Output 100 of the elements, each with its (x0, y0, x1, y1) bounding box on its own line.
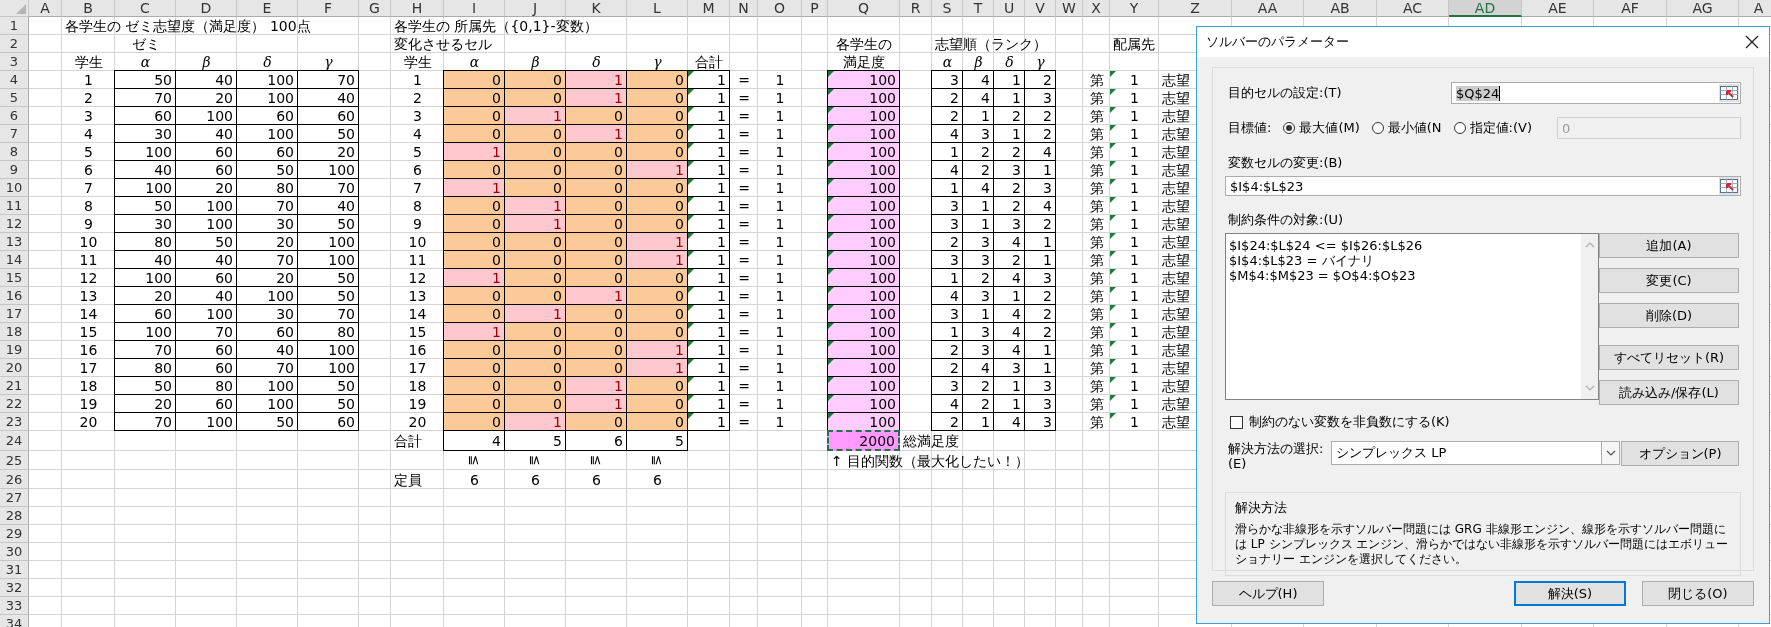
error-indicator-icon[interactable] (688, 305, 694, 311)
error-indicator-icon[interactable] (828, 305, 834, 311)
error-indicator-icon[interactable] (828, 341, 834, 347)
error-indicator-icon[interactable] (828, 395, 834, 401)
row-header[interactable]: 30 (0, 543, 29, 561)
column-header[interactable]: AA (1232, 0, 1304, 17)
variable-cells-field[interactable]: $I$4:$L$23 (1225, 176, 1741, 196)
error-indicator-icon[interactable] (828, 125, 834, 131)
row-header[interactable]: 6 (0, 107, 29, 125)
error-indicator-icon[interactable] (688, 287, 694, 293)
row-header[interactable]: 15 (0, 269, 29, 287)
row-header[interactable]: 21 (0, 377, 29, 395)
row-header[interactable]: 7 (0, 125, 29, 143)
range-picker-icon[interactable] (1719, 177, 1739, 195)
error-indicator-icon[interactable] (1110, 215, 1116, 221)
error-indicator-icon[interactable] (1110, 179, 1116, 185)
dialog-button[interactable]: ヘルプ(H) (1212, 581, 1324, 606)
row-header[interactable]: 25 (0, 451, 29, 470)
column-header[interactable]: Y (1110, 0, 1159, 17)
error-indicator-icon[interactable] (828, 107, 834, 113)
constraint-item[interactable]: $I$4:$L$23 = バイナリ (1229, 253, 1423, 268)
error-indicator-icon[interactable] (688, 107, 694, 113)
constraint-list[interactable]: $I$24:$L$24 <= $I$26:$L$26 $I$4:$L$23 = バイナリ $M$4:$M$23 = $O$4:$O$23 (1225, 233, 1599, 400)
column-header[interactable]: AE (1522, 0, 1594, 17)
error-indicator-icon[interactable] (1110, 161, 1116, 167)
error-indicator-icon[interactable] (828, 377, 834, 383)
row-header[interactable]: 9 (0, 161, 29, 179)
error-indicator-icon[interactable] (828, 233, 834, 239)
error-indicator-icon[interactable] (688, 233, 694, 239)
row-header[interactable]: 20 (0, 359, 29, 377)
error-indicator-icon[interactable] (1110, 395, 1116, 401)
column-header[interactable]: J (505, 0, 566, 17)
column-header[interactable]: D (176, 0, 237, 17)
row-header[interactable]: 33 (0, 597, 29, 615)
column-header[interactable]: F (298, 0, 359, 17)
row-header[interactable]: 4 (0, 71, 29, 89)
row-header[interactable]: 28 (0, 507, 29, 525)
constraint-item[interactable]: $I$24:$L$24 <= $I$26:$L$26 (1229, 238, 1423, 253)
row-header[interactable]: 3 (0, 53, 29, 71)
error-indicator-icon[interactable] (688, 377, 694, 383)
error-indicator-icon[interactable] (828, 287, 834, 293)
error-indicator-icon[interactable] (1110, 305, 1116, 311)
row-header[interactable]: 5 (0, 89, 29, 107)
column-header[interactable]: H (391, 0, 444, 17)
checkbox-icon[interactable] (1230, 415, 1243, 429)
column-header[interactable]: B (62, 0, 115, 17)
column-header[interactable]: M (688, 0, 730, 17)
column-header[interactable]: Q (828, 0, 900, 17)
error-indicator-icon[interactable] (828, 161, 834, 167)
error-indicator-icon[interactable] (1110, 143, 1116, 149)
error-indicator-icon[interactable] (688, 413, 694, 419)
column-header[interactable]: AF (1594, 0, 1667, 17)
row-header[interactable]: 8 (0, 143, 29, 161)
error-indicator-icon[interactable] (1110, 197, 1116, 203)
error-indicator-icon[interactable] (828, 269, 834, 275)
row-header[interactable]: 18 (0, 323, 29, 341)
column-header[interactable]: P (802, 0, 828, 17)
error-indicator-icon[interactable] (688, 125, 694, 131)
column-header[interactable]: I (444, 0, 505, 17)
error-indicator-icon[interactable] (828, 143, 834, 149)
error-indicator-icon[interactable] (828, 251, 834, 257)
error-indicator-icon[interactable] (1110, 413, 1116, 419)
error-indicator-icon[interactable] (828, 359, 834, 365)
row-header[interactable]: 24 (0, 431, 29, 451)
row-header[interactable]: 17 (0, 305, 29, 323)
column-header[interactable]: Z (1159, 0, 1232, 17)
column-header[interactable]: AG (1667, 0, 1739, 17)
error-indicator-icon[interactable] (688, 215, 694, 221)
method-dropdown[interactable]: シンプレックス LP (1331, 441, 1620, 465)
constraint-button[interactable]: 読み込み/保存(L) (1599, 380, 1739, 405)
row-header[interactable]: 11 (0, 197, 29, 215)
row-header[interactable]: 10 (0, 179, 29, 197)
range-picker-icon[interactable] (1719, 84, 1739, 102)
error-indicator-icon[interactable] (688, 251, 694, 257)
error-indicator-icon[interactable] (1110, 377, 1116, 383)
error-indicator-icon[interactable] (1110, 89, 1116, 95)
column-header[interactable]: AC (1377, 0, 1449, 17)
row-header[interactable]: 12 (0, 215, 29, 233)
row-header[interactable]: 32 (0, 579, 29, 597)
error-indicator-icon[interactable] (1110, 125, 1116, 131)
column-header[interactable]: L (627, 0, 688, 17)
error-indicator-icon[interactable] (688, 71, 694, 77)
error-indicator-icon[interactable] (1110, 341, 1116, 347)
error-indicator-icon[interactable] (1110, 107, 1116, 113)
error-indicator-icon[interactable] (688, 395, 694, 401)
constraint-button[interactable]: 変更(C) (1599, 268, 1739, 293)
error-indicator-icon[interactable] (688, 89, 694, 95)
row-header[interactable]: 16 (0, 287, 29, 305)
column-header[interactable]: AB (1304, 0, 1377, 17)
error-indicator-icon[interactable] (1110, 233, 1116, 239)
error-indicator-icon[interactable] (1110, 359, 1116, 365)
error-indicator-icon[interactable] (688, 359, 694, 365)
checkbox-option[interactable]: 制約のない変数を非負数にする(K) (1225, 413, 1741, 431)
column-header[interactable]: N (730, 0, 758, 17)
error-indicator-icon[interactable] (1110, 71, 1116, 77)
error-indicator-icon[interactable] (1110, 251, 1116, 257)
row-header[interactable]: 13 (0, 233, 29, 251)
constraint-button[interactable]: 削除(D) (1599, 303, 1739, 328)
column-header[interactable]: A (29, 0, 62, 17)
error-indicator-icon[interactable] (828, 215, 834, 221)
